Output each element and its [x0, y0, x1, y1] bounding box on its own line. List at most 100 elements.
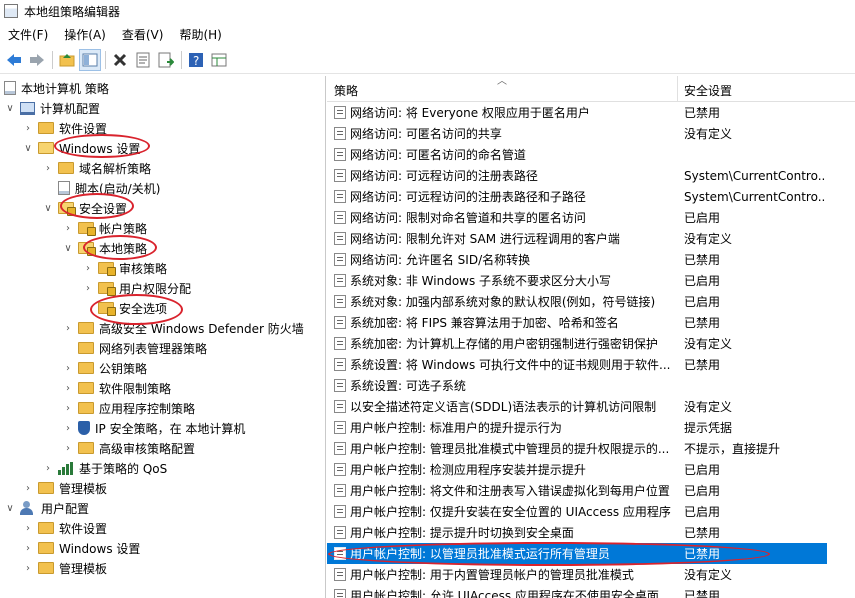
policy-row[interactable]: 用户帐户控制: 检测应用程序安装并提示提升 已启用 [327, 459, 827, 480]
column-divider[interactable] [677, 76, 678, 102]
expand-chevron-icon[interactable]: › [22, 523, 34, 534]
tree-computer-config[interactable]: ∨ 计算机配置 [4, 98, 100, 118]
expand-chevron-icon[interactable]: › [42, 463, 54, 474]
policy-row[interactable]: 用户帐户控制: 将文件和注册表写入错误虚拟化到每用户位置 已启用 [327, 480, 827, 501]
tree-software-settings[interactable]: › 软件设置 [22, 118, 107, 138]
tree-account-policy[interactable]: › 帐户策略 [62, 218, 147, 238]
policy-row[interactable]: 用户帐户控制: 标准用户的提升提示行为 提示凭据 [327, 417, 827, 438]
tree-public-key[interactable]: › 公钥策略 [62, 358, 147, 378]
policy-name: 网络访问: 允许匿名 SID/名称转换 [350, 253, 531, 267]
show-hide-tree-icon[interactable] [79, 48, 101, 71]
policy-row[interactable]: 系统设置: 将 Windows 可执行文件中的证书规则用于软件... 已禁用 [327, 354, 827, 375]
menu-file[interactable]: 文件(F) [0, 26, 56, 43]
expand-chevron-icon[interactable]: › [42, 163, 54, 174]
tree-user-admin-templates[interactable]: › 管理模板 [22, 558, 107, 578]
collapse-chevron-icon[interactable]: ∨ [62, 243, 74, 254]
policy-row[interactable]: 网络访问: 限制对命名管道和共享的匿名访问 已启用 [327, 207, 827, 228]
svg-text:?: ? [193, 54, 199, 68]
expand-chevron-icon[interactable]: › [22, 123, 34, 134]
tree-windows-settings[interactable]: ∨ Windows 设置 [22, 138, 140, 158]
menu-bar: 文件(F) 操作(A) 查看(V) 帮助(H) [0, 24, 855, 44]
column-setting[interactable]: 安全设置 [684, 82, 732, 99]
collapse-chevron-icon[interactable]: ∨ [4, 503, 16, 514]
selected-policy-row[interactable]: 用户帐户控制: 以管理员批准模式运行所有管理员 已禁用 [327, 543, 827, 564]
policy-row[interactable]: 用户帐户控制: 用于内置管理员帐户的管理员批准模式 没有定义 [327, 564, 827, 585]
tree-local-policy[interactable]: ∨ 本地策略 [62, 238, 147, 258]
policy-row[interactable]: 用户帐户控制: 提示提升时切换到安全桌面 已禁用 [327, 522, 827, 543]
policy-row[interactable]: 用户帐户控制: 管理员批准模式中管理员的提升权限提示的... 不提示，直接提升 [327, 438, 827, 459]
tree-user-windows-settings[interactable]: › Windows 设置 [22, 538, 140, 558]
properties-icon[interactable] [132, 49, 154, 71]
policy-row[interactable]: 网络访问: 可远程访问的注册表路径 System\CurrentContro... [327, 165, 827, 186]
policy-item-icon [334, 106, 346, 119]
collapse-chevron-icon[interactable]: ∨ [22, 143, 34, 154]
expand-chevron-icon[interactable]: › [62, 223, 74, 234]
tree-defender-firewall[interactable]: › 高级安全 Windows Defender 防火墙 [62, 318, 304, 338]
collapse-chevron-icon[interactable]: ∨ [42, 203, 54, 214]
policy-row[interactable]: 系统对象: 非 Windows 子系统不要求区分大小写 已启用 [327, 270, 827, 291]
tree-qos[interactable]: › 基于策略的 QoS [42, 458, 167, 478]
policy-row[interactable]: 用户帐户控制: 允许 UIAccess 应用程序在不使用安全桌面... 已禁用 [327, 585, 827, 598]
expand-chevron-icon[interactable]: › [62, 443, 74, 454]
expand-chevron-icon[interactable]: › [62, 423, 74, 434]
title-bar: 本地组策略编辑器 [0, 0, 855, 22]
policy-row[interactable]: 系统加密: 为计算机上存储的用户密钥强制进行强密钥保护 没有定义 [327, 333, 827, 354]
security-folder-icon [98, 282, 116, 296]
expand-chevron-icon[interactable]: › [82, 263, 94, 274]
security-folder-icon [78, 222, 96, 236]
tree-audit-policy[interactable]: › 审核策略 [82, 258, 167, 278]
policy-row[interactable]: 以安全描述符定义语言(SDDL)语法表示的计算机访问限制 没有定义 [327, 396, 827, 417]
delete-icon[interactable] [109, 49, 131, 71]
expand-chevron-icon[interactable]: › [22, 483, 34, 494]
tree-ipsec[interactable]: › IP 安全策略，在 本地计算机 [62, 418, 245, 438]
qos-chart-icon [58, 461, 74, 475]
expand-chevron-icon[interactable]: › [62, 383, 74, 394]
policy-row[interactable]: 网络访问: 限制允许对 SAM 进行远程调用的客户端 没有定义 [327, 228, 827, 249]
tree-root[interactable]: 本地计算机 策略 [4, 78, 109, 98]
policy-row[interactable]: 系统设置: 可选子系统 [327, 375, 827, 396]
policy-row[interactable]: 系统加密: 将 FIPS 兼容算法用于加密、哈希和签名 已禁用 [327, 312, 827, 333]
tree-user-rights[interactable]: › 用户权限分配 [82, 278, 191, 298]
policy-row[interactable]: 网络访问: 可远程访问的注册表路径和子路径 System\CurrentContr… [327, 186, 827, 207]
back-arrow-icon[interactable] [3, 49, 25, 71]
policy-row[interactable]: 网络访问: 允许匿名 SID/名称转换 已禁用 [327, 249, 827, 270]
export-list-icon[interactable] [155, 49, 177, 71]
policy-row[interactable]: 网络访问: 将 Everyone 权限应用于匿名用户 已禁用 [327, 102, 827, 123]
tree-user-config[interactable]: ∨ 用户配置 [4, 498, 89, 518]
tree-scripts[interactable]: 脚本(启动/关机) [42, 178, 160, 198]
menu-action[interactable]: 操作(A) [56, 26, 114, 43]
tree-software-restriction[interactable]: › 软件限制策略 [62, 378, 171, 398]
menu-help[interactable]: 帮助(H) [171, 26, 229, 43]
expand-chevron-icon[interactable]: › [82, 283, 94, 294]
column-policy[interactable]: 策略 [334, 82, 358, 99]
view-icon[interactable] [208, 49, 230, 71]
expand-chevron-icon[interactable]: › [22, 563, 34, 574]
tree-dns-policy[interactable]: › 域名解析策略 [42, 158, 151, 178]
toolbar-separator [52, 50, 53, 69]
expand-chevron-icon[interactable]: › [62, 323, 74, 334]
computer-icon [20, 101, 35, 115]
policy-row[interactable]: 系统对象: 加强内部系统对象的默认权限(例如，符号链接) 已启用 [327, 291, 827, 312]
menu-view[interactable]: 查看(V) [114, 26, 172, 43]
collapse-chevron-icon[interactable]: ∨ [4, 103, 16, 114]
policy-row[interactable]: 网络访问: 可匿名访问的命名管道 [327, 144, 827, 165]
tree-network-list[interactable]: 网络列表管理器策略 [62, 338, 207, 358]
tree-app-control[interactable]: › 应用程序控制策略 [62, 398, 195, 418]
policy-name: 网络访问: 可匿名访问的命名管道 [350, 148, 526, 162]
tree-advanced-audit[interactable]: › 高级审核策略配置 [62, 438, 195, 458]
folder-icon [38, 482, 54, 494]
policy-row[interactable]: 用户帐户控制: 仅提升安装在安全位置的 UIAccess 应用程序 已启用 [327, 501, 827, 522]
tree-security-options[interactable]: 安全选项 [82, 298, 167, 318]
expand-chevron-icon[interactable]: › [22, 543, 34, 554]
expand-chevron-icon[interactable]: › [62, 403, 74, 414]
up-folder-icon[interactable] [56, 49, 78, 71]
help-icon[interactable]: ? [185, 49, 207, 71]
expand-chevron-icon[interactable]: › [62, 363, 74, 374]
tree-admin-templates[interactable]: › 管理模板 [22, 478, 107, 498]
forward-arrow-icon[interactable] [26, 49, 48, 71]
vertical-scrollbar[interactable] [828, 102, 855, 598]
policy-setting: System\CurrentContro... [684, 189, 826, 204]
tree-security-settings[interactable]: ∨ 安全设置 [42, 198, 127, 218]
tree-user-software-settings[interactable]: › 软件设置 [22, 518, 107, 538]
policy-row[interactable]: 网络访问: 可匿名访问的共享 没有定义 [327, 123, 827, 144]
